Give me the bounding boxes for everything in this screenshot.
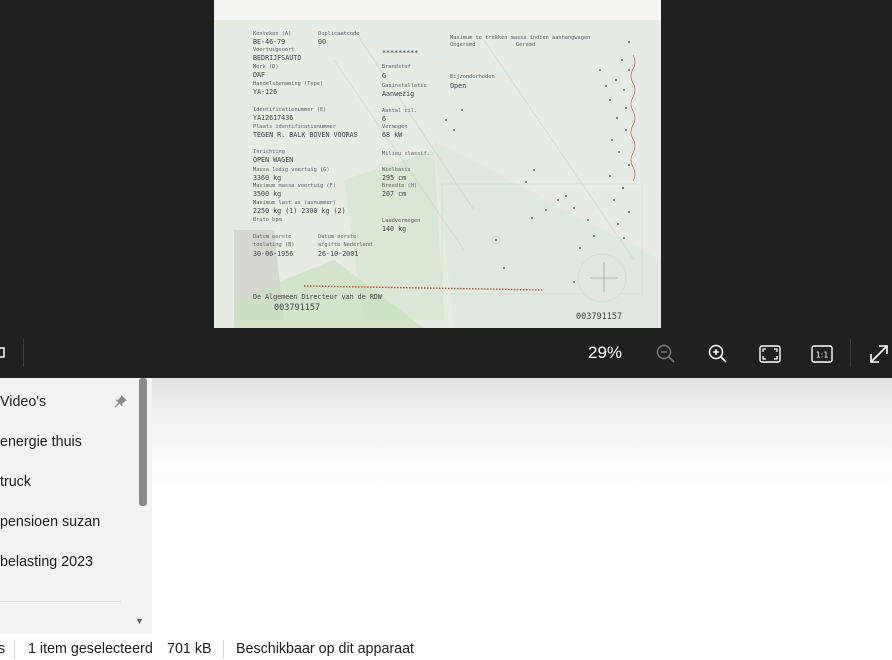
stars-field: ********* — [382, 49, 419, 57]
zoom-in-icon — [708, 344, 727, 363]
massa-ledig-value: 3360 kg — [253, 174, 282, 182]
voertuigsoort-value: BEDRIJFSAUTO — [253, 54, 302, 62]
navigation-pane — [0, 378, 152, 634]
fit-window-icon — [759, 345, 781, 363]
plaats-id-label: Plaats identificatienummer — [253, 124, 336, 130]
datum-eerste-label: Datum eerste — [253, 234, 292, 240]
duplicaatcode-value: 00 — [318, 38, 327, 46]
zoom-out-button[interactable] — [654, 342, 678, 366]
brandstof-label: Brandstof — [382, 64, 411, 70]
breedte-label: Breedte (H) — [382, 183, 418, 189]
laadvermogen-value: 140 kg — [382, 225, 407, 233]
bruto-bpm-label: Bruto bpm — [253, 217, 282, 223]
actual-size-button[interactable]: 1:1 — [810, 342, 834, 366]
zoom-level: 29% — [588, 343, 623, 362]
nav-item-energie-thuis[interactable]: energie thuis — [0, 434, 82, 450]
status-separator — [223, 640, 224, 658]
milieu-label: Milieu classif. — [382, 151, 430, 157]
directeur-text: De Algemeen Directeur van de RDW — [253, 293, 382, 301]
expand-icon — [870, 345, 888, 363]
status-selected: 1 item geselecteerd — [28, 641, 153, 657]
nav-item-label: belasting 2023 — [0, 554, 94, 570]
merk-label: Merk (D) — [253, 64, 279, 70]
aantal-cil-value: 6 — [382, 115, 387, 123]
scrollbar-thumb[interactable] — [139, 378, 147, 506]
gasinstallatie-value: Aanwezig — [382, 90, 415, 98]
merk-value: DAF — [253, 71, 266, 79]
scroll-down-arrow-icon[interactable]: ▼ — [135, 616, 144, 626]
nav-item-label: pensioen suzan — [0, 514, 101, 530]
geremd-label: Geremd — [516, 42, 536, 48]
toelating-label: toelating (B) — [253, 242, 295, 248]
vermogen-value: 68 kW — [382, 131, 403, 139]
duplicaatcode-label: Duplicaatcode — [318, 31, 360, 37]
status-size: 701 kB — [167, 641, 212, 657]
kenteken-value: BE-46-79 — [253, 38, 286, 46]
serial-right: 003791157 — [576, 312, 623, 322]
inrichting-label: Inrichting — [253, 149, 285, 155]
aantal-cil-label: Aantal cil. — [382, 108, 418, 114]
max-massa-value: 3500 kg — [253, 190, 282, 198]
vermogen-label: Vermogen — [382, 124, 408, 130]
status-separator — [14, 640, 15, 658]
zoom-in-button[interactable] — [706, 342, 730, 366]
kenteken-label: Kenteken (A) — [253, 31, 292, 37]
status-item-count: s — [0, 641, 6, 657]
datum-eerste2-label: Datum eerste — [318, 234, 357, 240]
nav-item-label: energie thuis — [0, 434, 82, 450]
max-massa-label: Maximum massa voertuig (F) — [253, 183, 336, 189]
handelsbenaming-label: Handelsbenaming (Type) — [253, 81, 324, 87]
datum-eerste-value: 30-06-1956 — [253, 250, 294, 258]
toolbar-separator — [23, 339, 24, 367]
nav-item-label: truck — [0, 474, 31, 490]
brandstof-value: G — [382, 72, 387, 80]
plaats-id-value: TEGEN R. BALK BOVEN VOORAS — [253, 131, 358, 139]
max-last-value: 2250 kg (1) 2300 kg (2) — [253, 207, 346, 215]
content-pane — [152, 378, 892, 634]
gasinstallatie-label: Gasinstallatie — [382, 83, 427, 89]
image-viewer: Kenteken (A) BE-46-79 Duplicaatcode 00 V… — [0, 0, 892, 378]
bijzonderheden-label: Bijzonderheden — [450, 74, 495, 80]
max-last-label: Maximum last as (asnummer) — [253, 200, 336, 206]
serial-left: 003791157 — [274, 303, 321, 313]
status-availability: Beschikbaar op dit apparaat — [236, 641, 415, 657]
full-screen-button[interactable] — [867, 342, 891, 366]
fit-to-window-button[interactable] — [758, 342, 782, 366]
nav-divider — [0, 601, 121, 602]
max-trekken-label: Maximum te trekken massa indien aanhangw… — [450, 35, 591, 41]
breedte-value: 207 cm — [382, 190, 407, 198]
datum-afgifte-value: 26-10-2001 — [318, 250, 359, 258]
pin-icon[interactable] — [113, 393, 129, 409]
voertuigsoort-label: Voertuigsoort — [253, 47, 295, 53]
nav-item-belasting-2023[interactable]: belasting 2023 — [0, 554, 93, 570]
print-icon[interactable] — [0, 343, 8, 363]
ongeremd-label: Ongeremd — [450, 42, 476, 48]
laadvermogen-label: Laadvermogen — [382, 218, 421, 224]
identificatienummer-value: YA12617436 — [253, 114, 294, 122]
afgifte-label: afgifte Nederland — [318, 242, 373, 248]
nav-item-truck[interactable]: truck — [0, 474, 31, 490]
actual-size-label: 1:1 — [816, 351, 829, 360]
nav-item-label: Video's — [0, 394, 47, 410]
wielbasis-label: Wielbasis — [382, 167, 411, 173]
massa-ledig-label: Massa ledig voertuig (G) — [253, 167, 330, 173]
bijzonderheden-value: Open — [450, 82, 467, 90]
handelsbenaming-value: YA-126 — [253, 88, 278, 96]
wielbasis-value: 295 cm — [382, 174, 407, 182]
actual-size-icon: 1:1 — [811, 345, 833, 363]
document-image: Kenteken (A) BE-46-79 Duplicaatcode 00 V… — [214, 0, 661, 328]
zoom-out-icon — [656, 344, 675, 363]
inrichting-value: OPEN WAGEN — [253, 156, 294, 164]
nav-item-pensioen-suzan[interactable]: pensioen suzan — [0, 514, 100, 530]
toolbar-separator — [850, 339, 851, 367]
identificatienummer-label: Identificatienummer (E) — [253, 107, 327, 113]
nav-item-videos[interactable]: Video's — [0, 394, 46, 410]
